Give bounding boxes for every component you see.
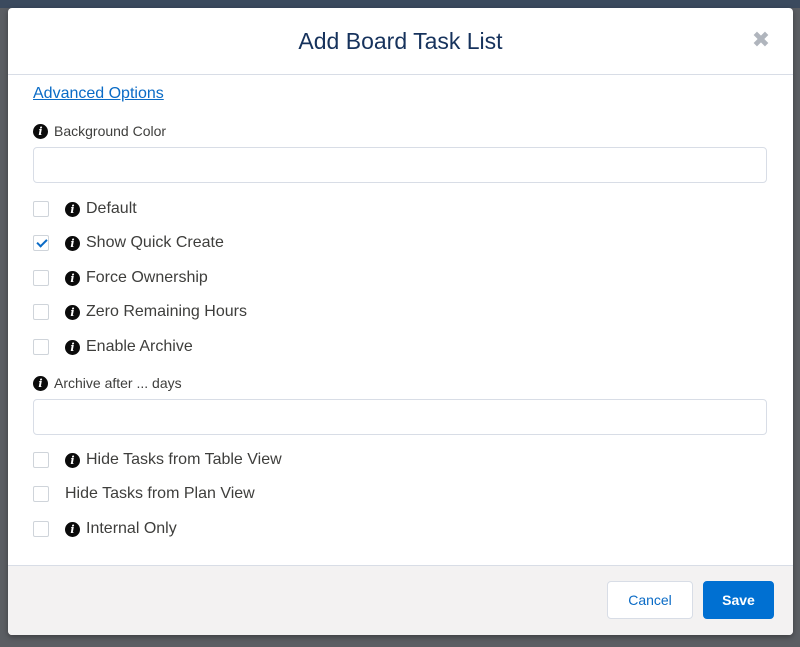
default-checkbox[interactable] [33,201,49,217]
archive-after-label-text: Archive after ... days [54,375,182,391]
checkbox-row-hide-tasks-table-view: i Hide Tasks from Table View [33,450,282,470]
checkbox-row-hide-tasks-plan-view: Hide Tasks from Plan View [33,484,255,504]
background-color-label: i Background Color [33,123,166,139]
modal-footer: Cancel Save [8,565,793,635]
internal-only-checkbox[interactable] [33,521,49,537]
checkbox-row-show-quick-create: i Show Quick Create [33,233,224,253]
modal-header: Add Board Task List ✖ [8,8,793,75]
force-ownership-label: Force Ownership [86,269,208,286]
checkbox-row-enable-archive: i Enable Archive [33,337,193,357]
hide-tasks-table-view-label: Hide Tasks from Table View [86,451,282,468]
info-icon[interactable]: i [65,235,80,251]
modal-title: Add Board Task List [298,28,503,54]
internal-only-label: Internal Only [86,520,177,537]
cancel-button[interactable]: Cancel [607,581,693,619]
checkbox-row-default: i Default [33,199,137,219]
background-color-label-text: Background Color [54,123,167,139]
info-icon[interactable]: i [65,304,80,320]
info-icon[interactable]: i [65,270,80,286]
default-label: Default [86,200,137,217]
zero-remaining-hours-label: Zero Remaining Hours [86,303,247,320]
hide-tasks-plan-view-checkbox[interactable] [33,486,49,502]
enable-archive-checkbox[interactable] [33,339,49,355]
checkbox-row-zero-remaining-hours: i Zero Remaining Hours [33,302,247,322]
background-color-input[interactable] [33,147,767,183]
zero-remaining-hours-checkbox[interactable] [33,304,49,320]
backdrop [0,0,800,8]
info-icon[interactable]: i [33,123,48,139]
checkbox-row-force-ownership: i Force Ownership [33,268,208,288]
archive-after-label: i Archive after ... days [33,375,182,391]
info-icon[interactable]: i [65,339,80,355]
checkbox-row-internal-only: i Internal Only [33,519,177,539]
info-icon[interactable]: i [33,375,48,391]
advanced-options-link[interactable]: Advanced Options [33,85,164,103]
info-icon[interactable]: i [65,201,80,217]
enable-archive-label: Enable Archive [86,338,193,355]
info-icon[interactable]: i [65,452,80,468]
force-ownership-checkbox[interactable] [33,270,49,286]
save-button[interactable]: Save [703,581,774,619]
archive-after-input[interactable] [33,399,767,435]
modal-body: Advanced Options i Background Color i De… [8,75,793,565]
show-quick-create-label: Show Quick Create [86,234,224,251]
info-icon[interactable]: i [65,521,80,537]
hide-tasks-table-view-checkbox[interactable] [33,452,49,468]
add-board-task-list-modal: Add Board Task List ✖ Advanced Options i… [8,8,793,635]
close-icon[interactable]: ✖ [749,28,773,52]
show-quick-create-checkbox[interactable] [33,235,49,251]
hide-tasks-plan-view-label: Hide Tasks from Plan View [65,485,255,502]
